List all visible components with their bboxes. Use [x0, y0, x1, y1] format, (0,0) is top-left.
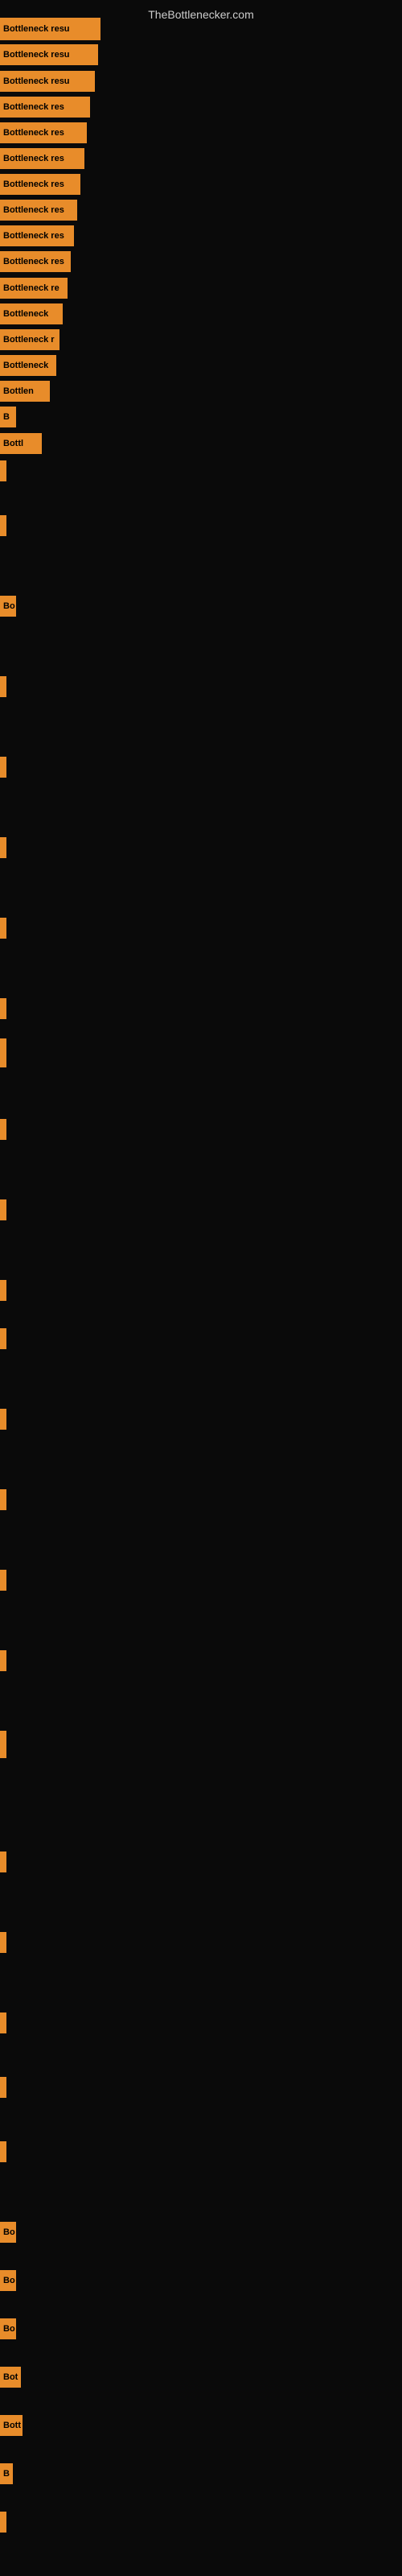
bottleneck-bar: Bottleneck res — [0, 225, 74, 246]
bottleneck-bar — [0, 757, 6, 778]
bottleneck-bar: Bottleneck res — [0, 148, 84, 169]
bottleneck-bar — [0, 837, 6, 858]
bottleneck-bar: Bottleneck res — [0, 174, 80, 195]
bottleneck-bar: Bottleneck res — [0, 122, 87, 143]
bottleneck-bar — [0, 1852, 6, 1872]
bottleneck-bar: Bottleneck resu — [0, 71, 95, 92]
bottleneck-bar: Bo — [0, 2318, 16, 2339]
bottleneck-bar — [0, 2077, 6, 2098]
bottleneck-bar: Bottleneck re — [0, 278, 68, 299]
bottleneck-bar: B — [0, 2463, 13, 2484]
bottleneck-bar — [0, 460, 6, 481]
bottleneck-bar — [0, 2512, 6, 2533]
bottleneck-bar — [0, 1119, 6, 1140]
bottleneck-bar: Bo — [0, 596, 16, 617]
bottleneck-bar — [0, 1280, 6, 1301]
bottleneck-bar: Bottleneck — [0, 355, 56, 376]
bottleneck-bar: Bottleneck resu — [0, 18, 100, 40]
bottleneck-bar — [0, 515, 6, 536]
bottleneck-bar: Bo — [0, 2222, 16, 2243]
bottleneck-bar — [0, 998, 6, 1019]
bottleneck-bar: B — [0, 407, 16, 427]
bottleneck-bar: Bo — [0, 2270, 16, 2291]
bottleneck-bar: Bot — [0, 2367, 21, 2388]
bottleneck-bar — [0, 1199, 6, 1220]
bottleneck-bar — [0, 1570, 6, 1591]
bottleneck-bar — [0, 1409, 6, 1430]
bottleneck-bar: Bottleneck res — [0, 97, 90, 118]
bottleneck-bar: Bottleneck — [0, 303, 63, 324]
bottleneck-bar — [0, 918, 6, 939]
bottleneck-bar: Bottleneck res — [0, 200, 77, 221]
bottleneck-bar — [0, 2141, 6, 2162]
bottleneck-bar: Bottlen — [0, 381, 50, 402]
bottleneck-bar: Bottleneck res — [0, 251, 71, 272]
bottleneck-bar — [0, 1489, 6, 1510]
bottleneck-bar: Bottl — [0, 433, 42, 454]
bottleneck-bar: Bottleneck r — [0, 329, 59, 350]
bottleneck-bar — [0, 1328, 6, 1349]
bottleneck-bar — [0, 1650, 6, 1671]
bottleneck-bar — [0, 2013, 6, 2033]
bottleneck-bar: Bottleneck resu — [0, 44, 98, 65]
bottleneck-bar — [0, 1038, 6, 1067]
bottleneck-bar — [0, 676, 6, 697]
bottleneck-bar — [0, 1731, 6, 1758]
bottleneck-bar: Bott — [0, 2415, 23, 2436]
bottleneck-bar — [0, 1932, 6, 1953]
